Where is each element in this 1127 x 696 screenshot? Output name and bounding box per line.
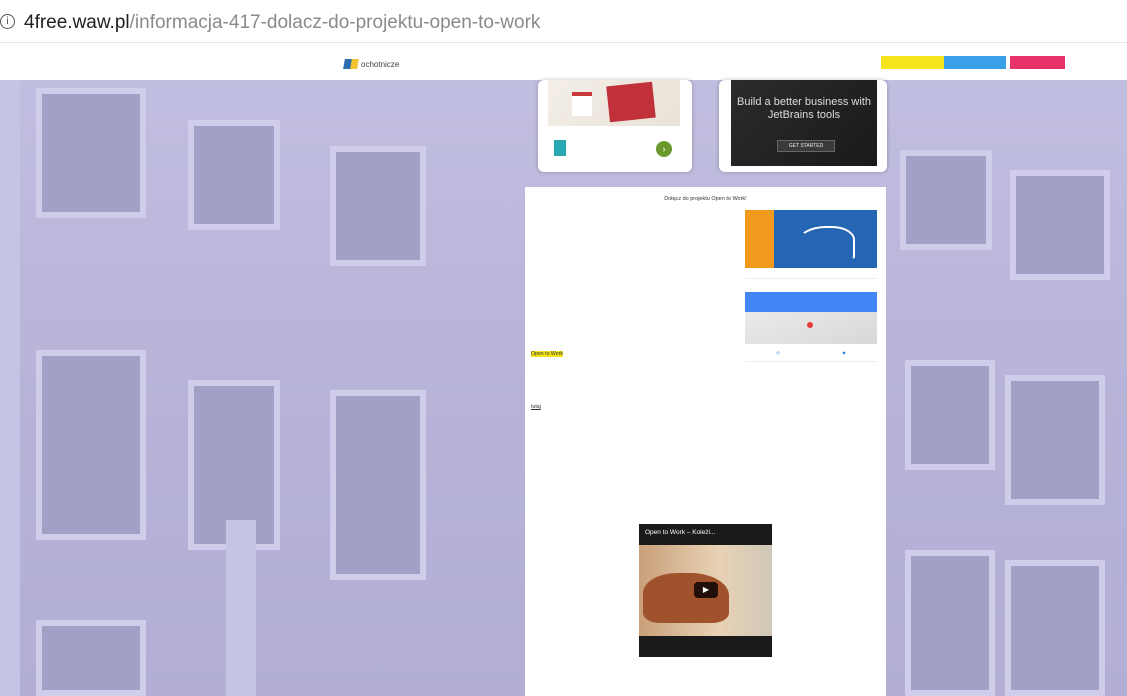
header-pink-button[interactable] bbox=[1010, 56, 1065, 69]
paragraph: ​​​​​​​ bbox=[531, 251, 741, 298]
eu-logos bbox=[745, 268, 877, 279]
video-frame: ▶ bbox=[639, 545, 772, 636]
map-pin-icon bbox=[807, 322, 813, 328]
youtube-video[interactable]: Open to Work – Koleżl... ▶ bbox=[639, 524, 772, 657]
arrow-right-icon[interactable]: › bbox=[656, 141, 672, 157]
url-path: /informacja-417-dolacz-do-projektu-open-… bbox=[129, 12, 541, 33]
save-icon[interactable]: ◆ bbox=[843, 350, 846, 355]
map-address bbox=[745, 285, 877, 289]
ad-logo bbox=[554, 140, 566, 156]
ad-card-jetbrains[interactable]: Build a better business with JetBrains t… bbox=[719, 80, 887, 172]
article-panel: Dołącz do projektu Open to Work! ​​​​​ ​… bbox=[525, 187, 886, 696]
paragraph: ​​​ bbox=[531, 304, 741, 324]
header-blue-button[interactable] bbox=[944, 56, 1006, 69]
paragraph: ​​​​ bbox=[531, 371, 741, 398]
horse-icon bbox=[797, 226, 855, 260]
paragraph: tutaj bbox=[531, 404, 741, 411]
site-header: ochotnicze bbox=[0, 50, 1127, 80]
address-bar[interactable]: i 4free.waw.pl/informacja-417-dolacz-do-… bbox=[0, 0, 1127, 43]
ad-card-left[interactable]: › bbox=[538, 80, 692, 172]
ad-image bbox=[548, 80, 680, 126]
play-icon[interactable]: ▶ bbox=[694, 582, 718, 598]
more-info-link[interactable]: tutaj bbox=[531, 404, 541, 410]
ad-headline: Build a better business with JetBrains t… bbox=[737, 96, 871, 121]
highlight: Open to Work bbox=[531, 351, 563, 358]
directions-icon[interactable]: ◎ bbox=[776, 350, 780, 355]
flag-icon bbox=[343, 59, 359, 69]
url-host: 4free.waw.pl bbox=[24, 12, 130, 33]
info-icon[interactable]: i bbox=[0, 14, 15, 29]
url-text[interactable]: 4free.waw.pl/informacja-417-dolacz-do-pr… bbox=[24, 12, 540, 34]
project-poster[interactable] bbox=[745, 210, 877, 268]
map-banner[interactable] bbox=[745, 292, 877, 312]
paragraph: ​​​Open to Work​ bbox=[531, 331, 741, 365]
article-body: ​​​​​ ​​​​​​​ ​​​ ​​​Open to Work​ ​​​​ … bbox=[531, 211, 741, 418]
get-started-button[interactable]: GET STARTED bbox=[777, 140, 835, 152]
paragraph: ​​​​​ bbox=[531, 211, 741, 245]
ad-image: Build a better business with JetBrains t… bbox=[731, 80, 877, 166]
map-actions: ◎ ◆ bbox=[745, 344, 877, 362]
horse-image bbox=[643, 573, 729, 623]
sidebar-widgets: ◎ ◆ bbox=[745, 210, 877, 362]
article-title: Dołącz do projektu Open to Work! bbox=[664, 196, 747, 202]
logo-text: ochotnicze bbox=[361, 59, 400, 69]
map-image[interactable] bbox=[745, 312, 877, 344]
site-logo[interactable]: ochotnicze bbox=[343, 56, 400, 72]
video-title: Open to Work – Koleżl... bbox=[645, 529, 716, 536]
